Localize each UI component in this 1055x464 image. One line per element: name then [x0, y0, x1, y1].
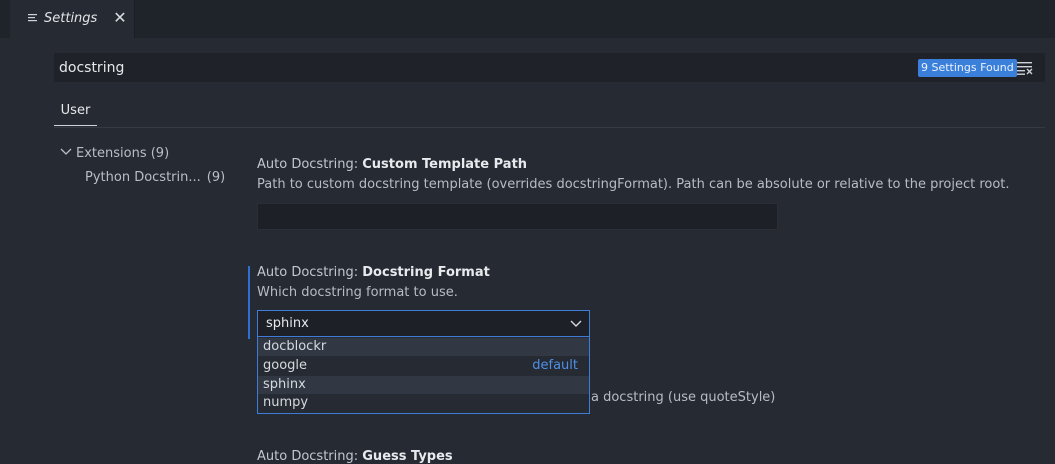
setting-name: Custom Template Path	[362, 157, 528, 172]
dropdown-option-docblockr[interactable]: docblockr	[258, 338, 589, 356]
custom-template-path-input[interactable]	[257, 203, 778, 230]
dropdown-option-sphinx[interactable]: sphinx	[258, 376, 589, 394]
scope-divider	[54, 127, 1045, 128]
setting-name: Docstring Format	[362, 265, 490, 280]
chevron-down-icon	[570, 320, 582, 327]
option-label: numpy	[263, 395, 309, 410]
setting-name: Guess Types	[362, 449, 453, 464]
setting-title-guess-types: Auto Docstring: Guess Types	[257, 449, 453, 464]
dropdown-option-numpy[interactable]: numpy	[258, 394, 589, 412]
dropdown-option-google[interactable]: google default	[258, 357, 589, 375]
setting-category: Auto Docstring:	[257, 157, 363, 172]
toc-python-docstring[interactable]: Python Docstrin... (9)	[85, 170, 225, 185]
settings-search-box: 9 Settings Found	[54, 53, 1045, 82]
option-label: docblockr	[263, 339, 327, 354]
docstring-format-select[interactable]: sphinx	[257, 310, 590, 337]
setting-description-custom-template: Path to custom docstring template (overr…	[257, 177, 1010, 192]
settings-lines-icon	[28, 14, 37, 22]
toc-python-docstring-label: Python Docstrin...	[85, 170, 201, 185]
toc-extensions[interactable]: Extensions (9)	[60, 146, 169, 161]
close-icon[interactable]: ✕	[111, 8, 129, 28]
docstring-format-dropdown: docblockr google default sphinx numpy	[257, 337, 590, 414]
toc-extensions-label: Extensions (9)	[76, 146, 170, 161]
setting-description-docstring-format: Which docstring format to use.	[257, 285, 458, 300]
option-label: google	[263, 358, 308, 373]
setting-category: Auto Docstring:	[257, 449, 363, 464]
search-input[interactable]	[54, 53, 904, 82]
tab-user[interactable]: User	[54, 100, 97, 126]
toc-python-docstring-count: (9)	[206, 170, 226, 185]
default-tag: default	[532, 358, 578, 373]
focused-setting-indicator	[248, 266, 250, 339]
select-value: sphinx	[266, 316, 309, 331]
results-count-badge: 9 Settings Found	[918, 59, 1017, 77]
editor-tab-bar: Settings ✕	[0, 0, 1055, 38]
setting-category: Auto Docstring:	[257, 265, 363, 280]
option-label: sphinx	[263, 377, 306, 392]
chevron-down-icon	[60, 146, 72, 161]
tab-title: Settings	[44, 11, 98, 26]
setting-title-custom-template: Auto Docstring: Custom Template Path	[257, 157, 527, 172]
clear-filter-icon[interactable]	[1016, 60, 1034, 76]
setting-title-docstring-format: Auto Docstring: Docstring Format	[257, 265, 490, 280]
settings-tab[interactable]: Settings ✕	[10, 0, 135, 38]
partially-hidden-description: a docstring (use quoteStyle)	[591, 390, 776, 405]
